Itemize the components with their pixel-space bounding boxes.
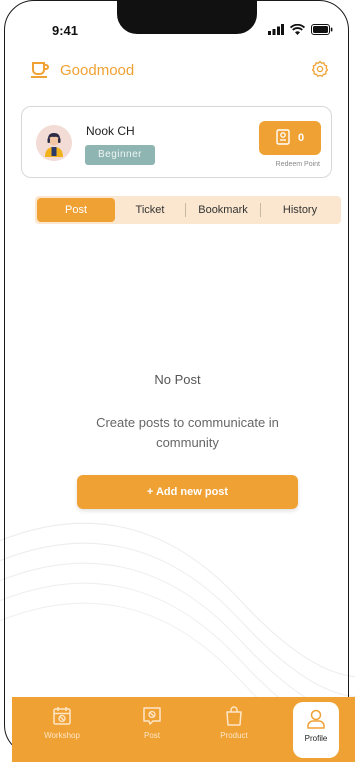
app-header: Goodmood xyxy=(30,58,335,82)
tab-history[interactable]: History xyxy=(261,198,339,222)
status-icons xyxy=(268,24,333,35)
profile-tabs: Post Ticket Bookmark History xyxy=(35,196,341,224)
nav-label-post: Post xyxy=(143,731,160,740)
person-icon xyxy=(305,708,327,730)
shopping-bag-icon xyxy=(223,705,245,727)
nav-label-product: Product xyxy=(220,731,248,740)
app-title: Goodmood xyxy=(60,61,135,79)
status-bar: 9:41 xyxy=(0,0,355,48)
nav-item-profile[interactable]: Profile xyxy=(293,702,339,758)
empty-state-title: No Post xyxy=(154,372,201,387)
notch xyxy=(117,0,257,34)
empty-state-description: Create posts to communicate in community xyxy=(96,415,279,450)
gear-icon[interactable] xyxy=(311,60,329,78)
chat-bubble-icon xyxy=(141,705,163,727)
points-value: 0 xyxy=(297,132,305,144)
wifi-icon xyxy=(290,24,305,35)
add-new-post-button[interactable]: + Add new post xyxy=(77,475,298,509)
phone-screen: 9:41 Goodmood Nook CH Beginner 0 Redeem … xyxy=(0,0,355,762)
avatar[interactable] xyxy=(36,125,72,161)
nav-label-workshop: Workshop xyxy=(44,731,80,740)
calendar-icon xyxy=(51,705,73,727)
redeem-points-button[interactable]: 0 xyxy=(259,121,321,155)
signal-icon xyxy=(268,24,284,35)
nav-item-post[interactable]: Post xyxy=(124,705,180,755)
redeem-point-label: Redeem Point xyxy=(275,161,320,168)
bottom-nav: Workshop Post Product Profile xyxy=(12,697,355,762)
tab-ticket[interactable]: Ticket xyxy=(115,198,185,222)
tab-post[interactable]: Post xyxy=(37,198,115,222)
tab-bookmark[interactable]: Bookmark xyxy=(186,198,260,222)
battery-icon xyxy=(311,24,333,35)
ticket-icon xyxy=(276,128,290,148)
status-time: 9:41 xyxy=(52,23,79,38)
level-badge: Beginner xyxy=(85,145,155,165)
profile-card: Nook CH Beginner 0 Redeem Point xyxy=(21,106,332,178)
user-name: Nook CH xyxy=(86,124,135,138)
nav-label-profile: Profile xyxy=(304,734,328,743)
nav-item-workshop[interactable]: Workshop xyxy=(34,705,90,755)
cup-icon xyxy=(30,61,50,79)
nav-item-product[interactable]: Product xyxy=(206,705,262,755)
